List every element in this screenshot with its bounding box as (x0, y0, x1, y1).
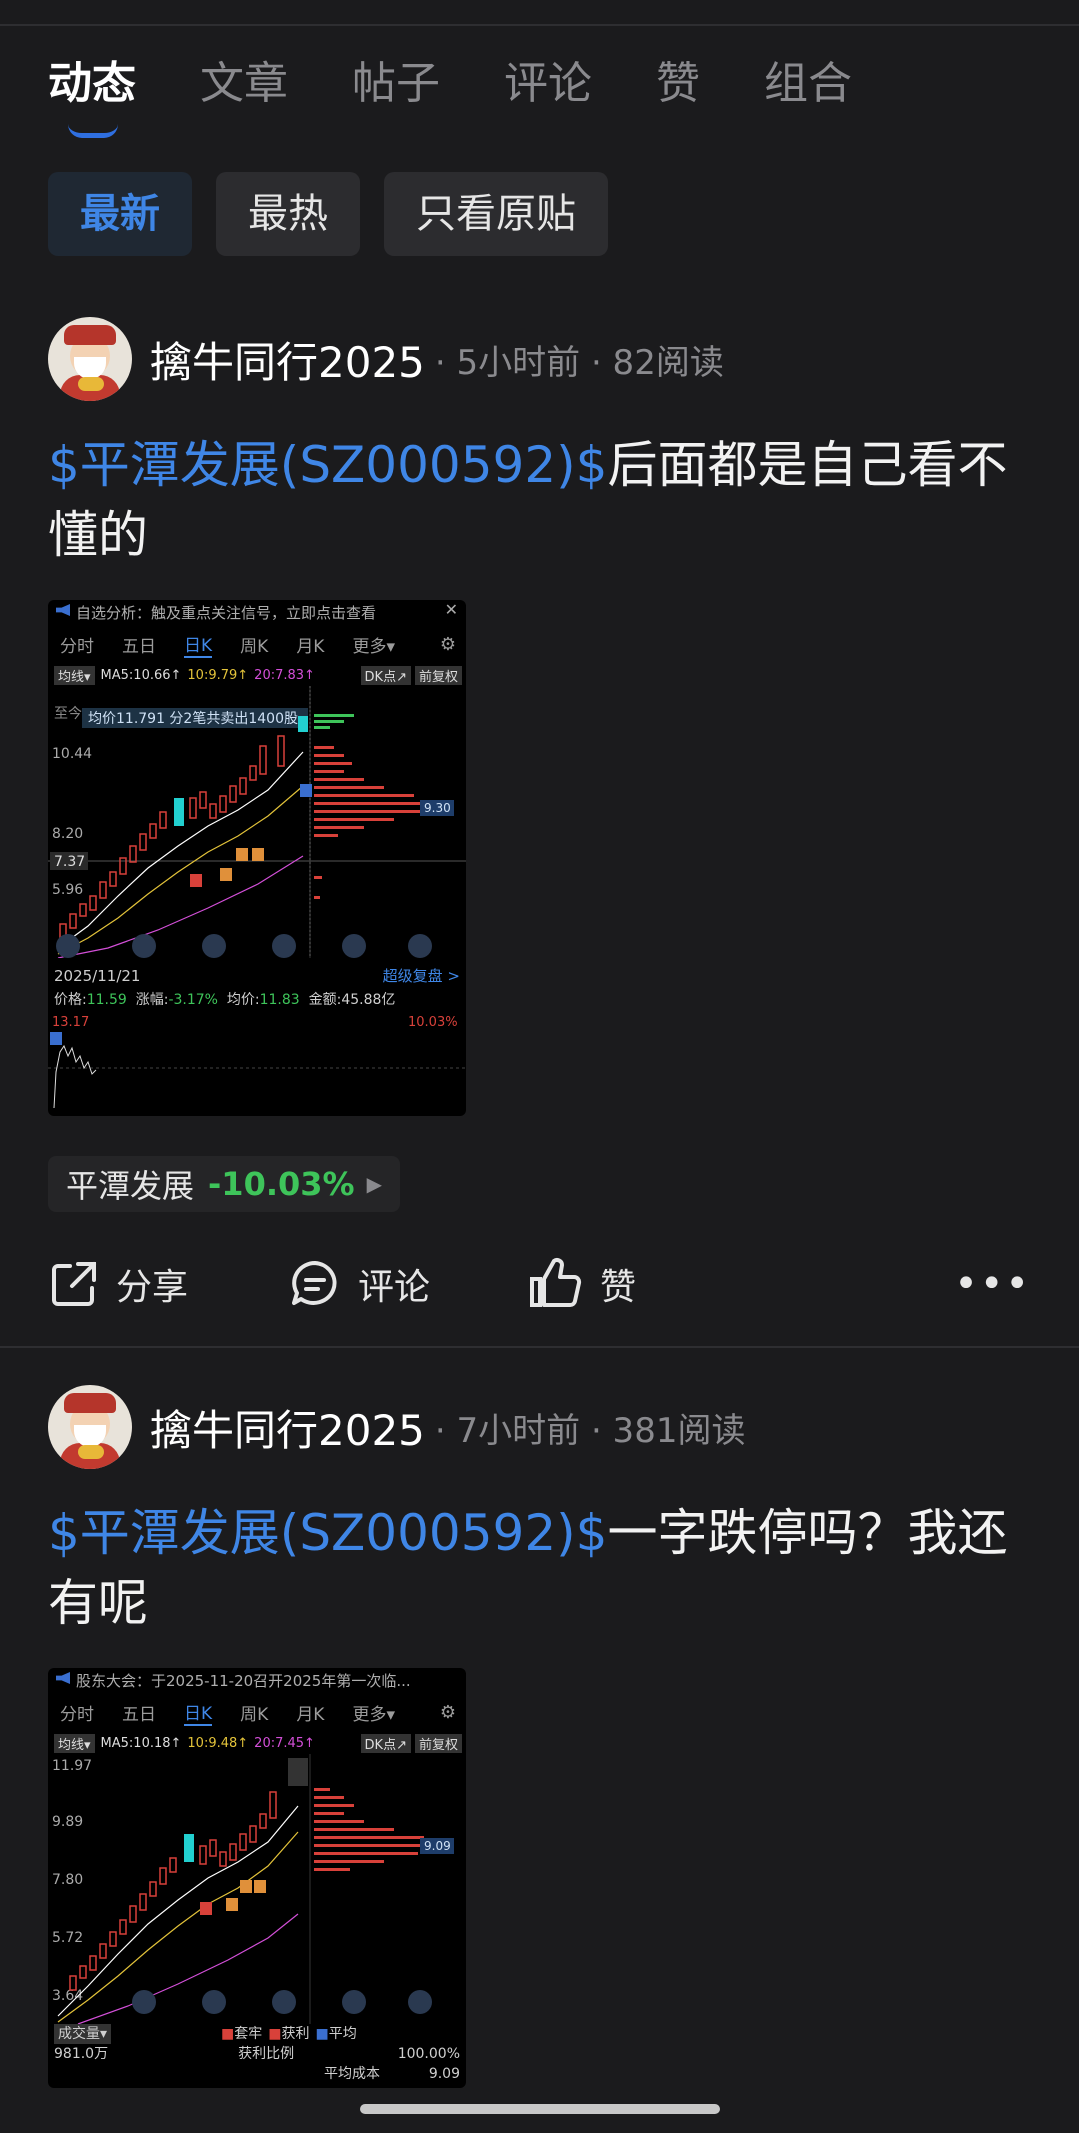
chart-date-row: 2025/11/21 超级复盘 > (54, 967, 460, 985)
comment-button[interactable]: 评论 (288, 1257, 528, 1311)
svg-text:7.37: 7.37 (54, 854, 85, 870)
more-icon[interactable]: ••• (954, 1261, 1031, 1307)
svg-text:13.17: 13.17 (52, 1015, 89, 1030)
post-image[interactable]: 股东大会：于2025-11-20召开2025年第一次临... 分时 五日 日K … (48, 1668, 466, 2088)
tab-comments[interactable]: 评论 (504, 54, 592, 114)
gear-icon: ⚙ (439, 633, 456, 655)
close-icon: ✕ (444, 600, 458, 619)
post-card[interactable]: 擒牛同行2025 · 5小时前 · 82阅读 $平潭发展(SZ000592)$后… (48, 314, 1031, 1316)
svg-text:5.96: 5.96 (52, 882, 83, 898)
volume-value-row: 981.0万 获利比例 100.00% (54, 2046, 460, 2062)
svg-text:5.72: 5.72 (52, 1930, 83, 1946)
chart-period-tabs: 分时 五日 日K 周K 月K 更多▾ ⚙ (48, 624, 466, 664)
chart-period-tabs: 分时 五日 日K 周K 月K 更多▾ ⚙ (48, 1692, 466, 1732)
avg-cost-row: 平均成本 9.09 (324, 2066, 460, 2082)
chart-ma-row: 均线▾ MA5:10.18↑ 10:9.48↑ 20:7.45↑ DK点↗ 前复… (48, 1732, 466, 1754)
svg-text:9.89: 9.89 (52, 1814, 83, 1830)
chart-banner: 自选分析：触及重点关注信号，立即点击查看 ✕ (48, 600, 466, 624)
svg-text:9.30: 9.30 (424, 801, 451, 815)
svg-text:均价11.791 分2笔共卖出1400股: 均价11.791 分2笔共卖出1400股 (88, 711, 298, 727)
chart-ma-row: 均线▾ MA5:10.66↑ 10:9.79↑ 20:7.83↑ DK点↗ 前复… (48, 664, 466, 686)
svg-text:10.03%: 10.03% (408, 1015, 458, 1030)
stock-tag-link[interactable]: $平潭发展(SZ000592)$ (48, 1504, 608, 1562)
svg-text:11.97: 11.97 (52, 1758, 92, 1774)
share-icon (52, 1262, 96, 1306)
svg-text:8.20: 8.20 (52, 826, 83, 842)
filter-original-only[interactable]: 只看原贴 (384, 172, 608, 256)
intraday-chart: 13.17 10.03% (48, 1015, 466, 1109)
svg-text:至今: 至今 (54, 706, 82, 722)
like-button[interactable]: 赞 (528, 1257, 768, 1311)
avatar[interactable] (48, 1385, 132, 1469)
author-name[interactable]: 擒牛同行2025 (150, 1397, 425, 1458)
svg-text:7.80: 7.80 (52, 1872, 83, 1888)
post-header: 擒牛同行2025 · 5小时前 · 82阅读 (48, 314, 1031, 404)
top-divider (0, 24, 1079, 26)
filter-pills: 最新 最热 只看原贴 (48, 172, 632, 256)
tab-portfolio[interactable]: 组合 (764, 54, 852, 114)
volume-row: 成交量▾ ■ 套牢 ■ 获利 ■ 平均 (48, 2024, 466, 2044)
tab-articles[interactable]: 文章 (200, 54, 288, 114)
speaker-icon (56, 1672, 70, 1684)
kline-chart: 11.97 9.89 7.80 5.72 3.64 9.09 (48, 1754, 466, 2024)
tab-likes[interactable]: 赞 (656, 54, 700, 114)
filter-latest[interactable]: 最新 (48, 172, 192, 256)
play-arrow-icon: ▶ (366, 1172, 382, 1196)
post-body[interactable]: $平潭发展(SZ000592)$后面都是自己看不懂的 (48, 430, 1031, 570)
comment-icon (292, 1261, 337, 1305)
share-button[interactable]: 分享 (48, 1258, 288, 1310)
profile-tabs: 动态 文章 帖子 评论 赞 组合 (48, 54, 916, 138)
post-header: 擒牛同行2025 · 7小时前 · 381阅读 (48, 1382, 1031, 1472)
avatar[interactable] (48, 317, 132, 401)
svg-text:10.44: 10.44 (52, 746, 92, 762)
svg-text:9.09: 9.09 (424, 1839, 451, 1853)
chart-banner: 股东大会：于2025-11-20召开2025年第一次临... (48, 1668, 466, 1692)
post-meta: · 5小时前 · 82阅读 (434, 342, 724, 383)
kline-chart: 均价11.791 分2笔共卖出1400股 至今 10.44 8.20 7.37 … (48, 686, 466, 958)
post-card[interactable]: 擒牛同行2025 · 7小时前 · 381阅读 $平潭发展(SZ000592)$… (48, 1382, 1031, 2088)
stock-chip[interactable]: 平潭发展 -10.03% ▶ (48, 1156, 400, 1212)
stock-change: -10.03% (208, 1165, 355, 1203)
post-meta: · 7小时前 · 381阅读 (434, 1410, 746, 1451)
tab-dynamics[interactable]: 动态 (48, 54, 136, 138)
post-divider (0, 1346, 1079, 1348)
author-name[interactable]: 擒牛同行2025 (150, 329, 425, 390)
filter-hot[interactable]: 最热 (216, 172, 360, 256)
chart-quote-row: 价格: 11.59 涨幅: -3.17% 均价: 11.83 金额: 45.88亿 (54, 992, 396, 1008)
speaker-icon (56, 604, 70, 616)
post-body[interactable]: $平潭发展(SZ000592)$一字跌停吗？我还有呢 (48, 1498, 1031, 1638)
thumbs-up-icon (530, 1258, 582, 1307)
gear-icon: ⚙ (439, 1701, 456, 1723)
stock-tag-link[interactable]: $平潭发展(SZ000592)$ (48, 436, 608, 494)
post-image[interactable]: 自选分析：触及重点关注信号，立即点击查看 ✕ 分时 五日 日K 周K 月K 更多… (48, 600, 466, 1116)
active-tab-indicator (68, 124, 118, 138)
post-actions: 分享 评论 赞 ••• (48, 1252, 1031, 1316)
tab-posts[interactable]: 帖子 (352, 54, 440, 114)
home-indicator[interactable] (360, 2104, 720, 2114)
